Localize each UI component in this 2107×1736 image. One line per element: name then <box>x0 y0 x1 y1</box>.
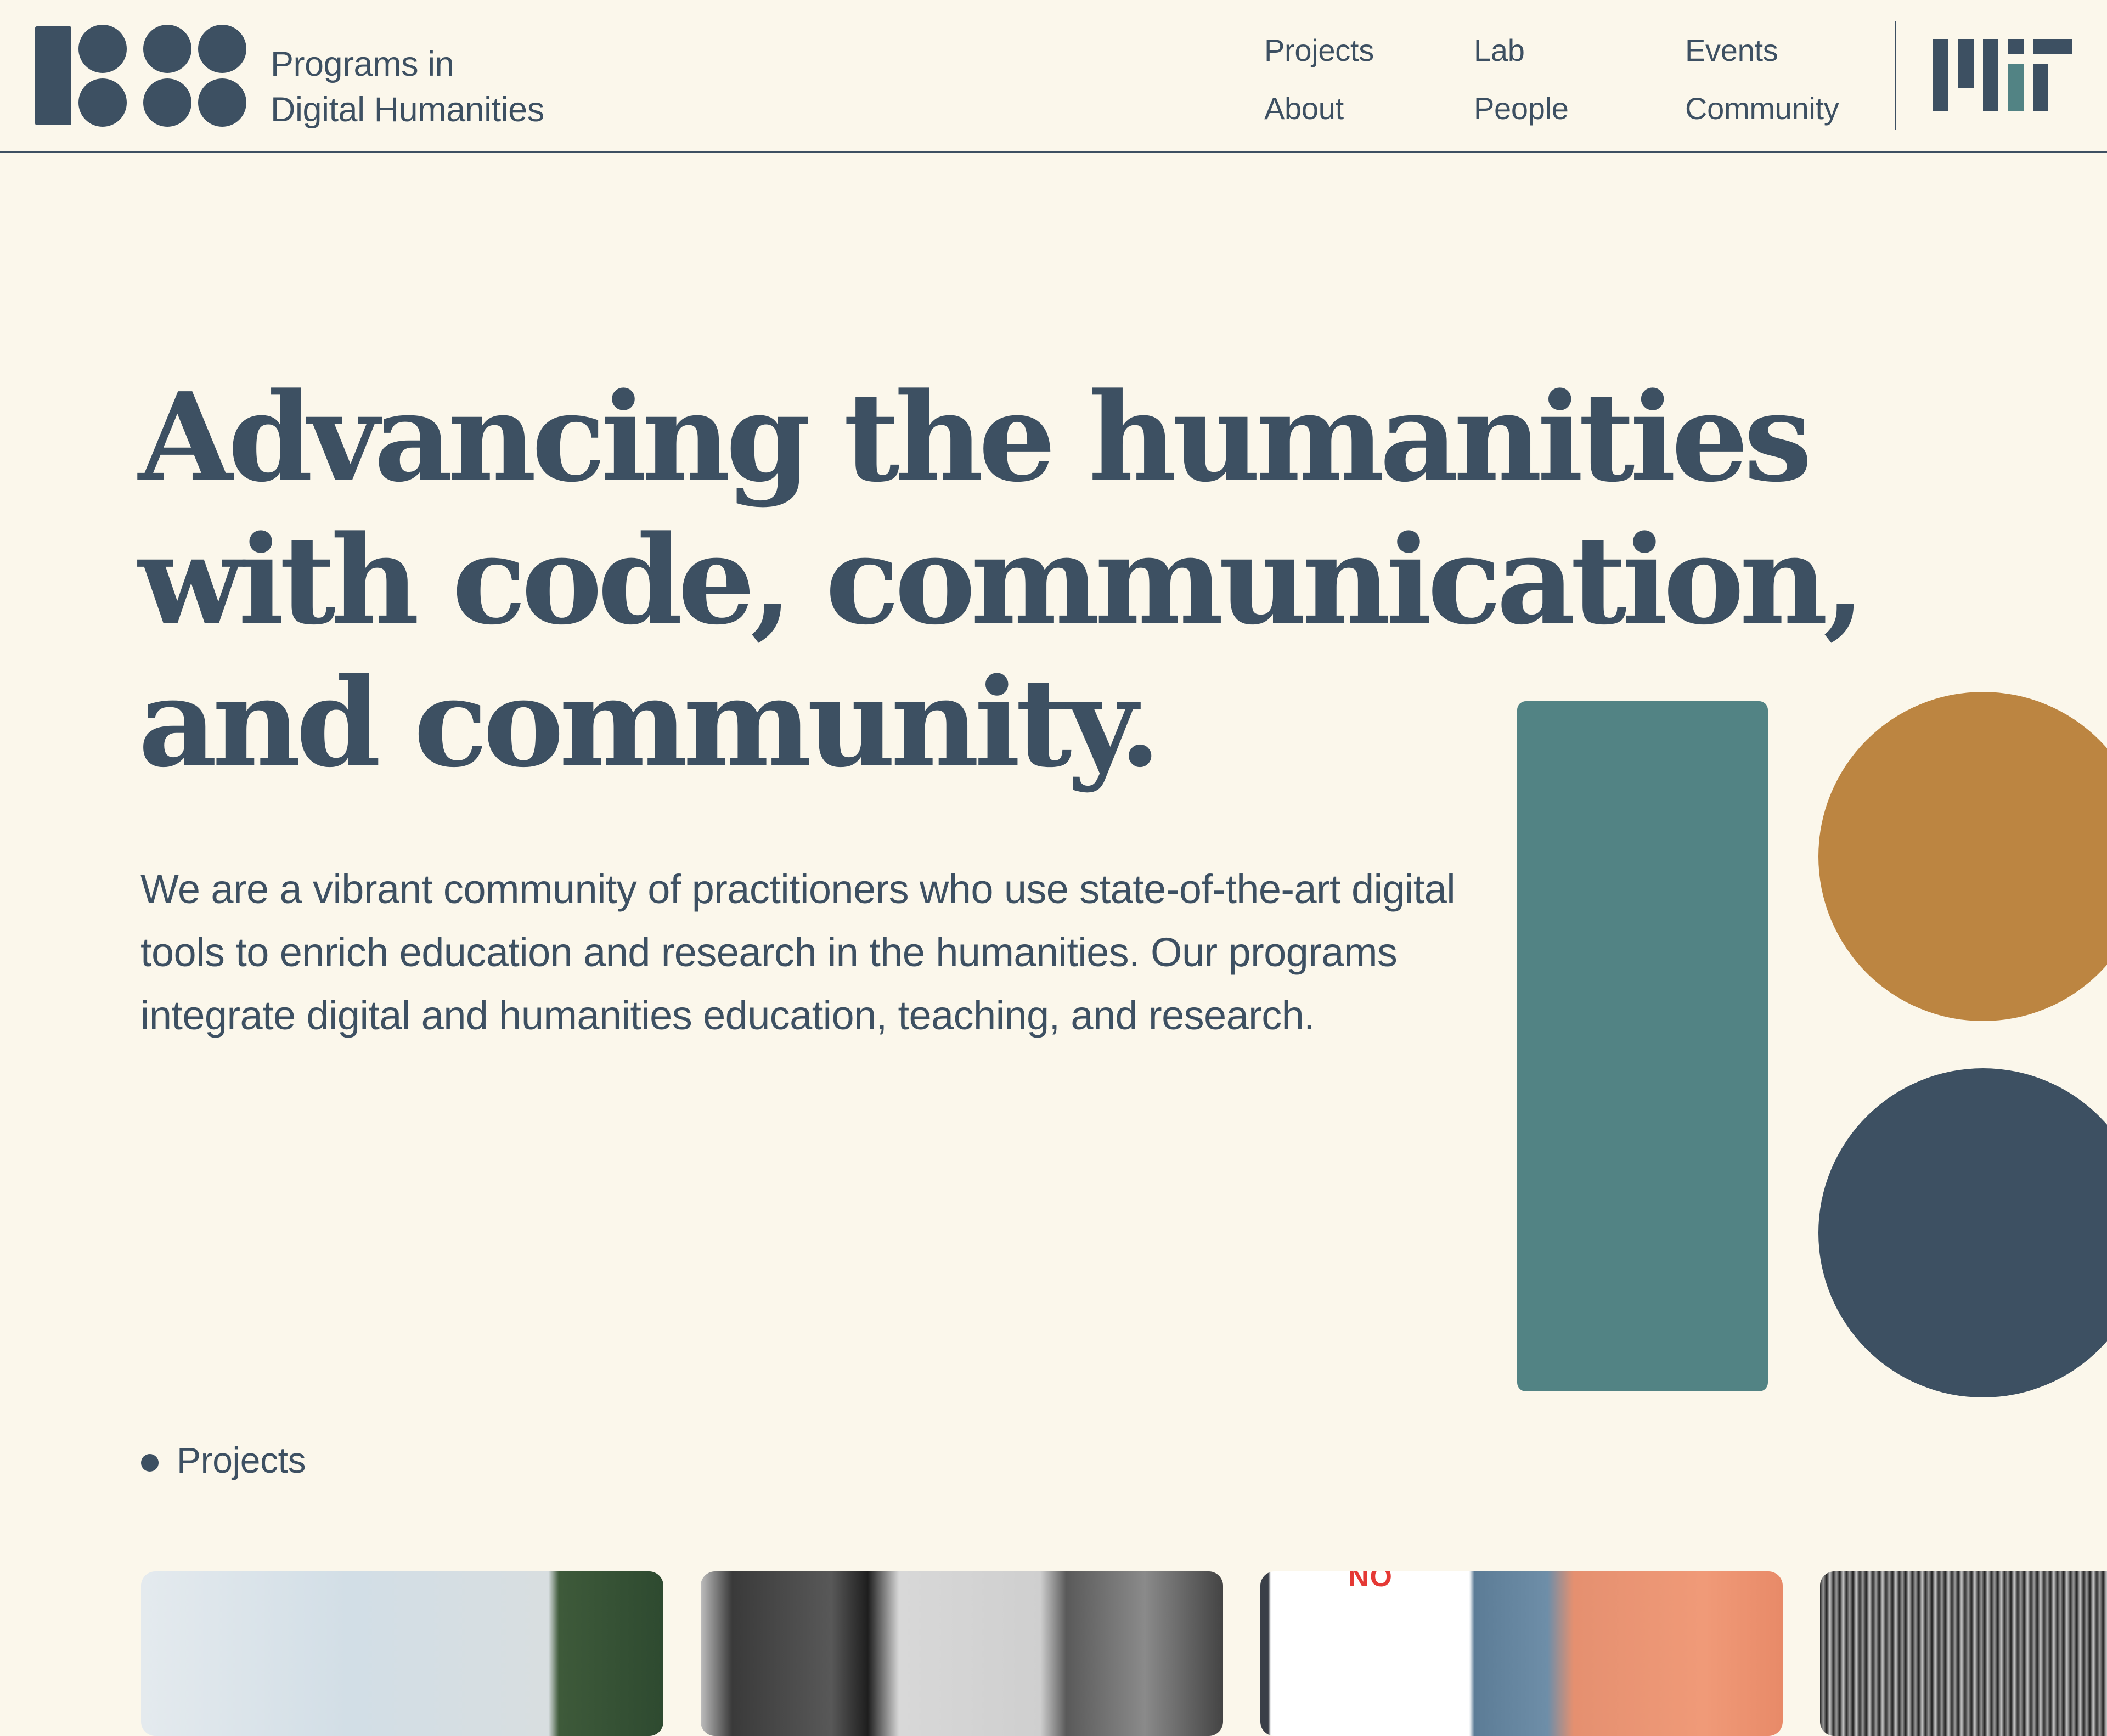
hero-heading-line-3: and community. <box>138 652 1161 794</box>
brand-name-line-2[interactable]: Digital Humanities <box>271 93 544 127</box>
logo-bar-shape <box>35 26 71 125</box>
project-card[interactable] <box>1820 1571 2107 1736</box>
project-card[interactable] <box>701 1571 1223 1736</box>
nav-link-events[interactable]: Events <box>1685 35 1778 66</box>
hero-description-line-2: tools to enrich education and research i… <box>140 929 1398 975</box>
hero-description: We are a vibrant community of practition… <box>140 858 1677 1047</box>
logo-dot-shape <box>143 25 191 73</box>
project-card[interactable] <box>141 1571 663 1736</box>
logo-dot-shape <box>198 25 246 73</box>
hero-description-line-1: We are a vibrant community of practition… <box>140 866 1456 912</box>
hero-heading-line-1: Advancing the humanities <box>138 367 1812 509</box>
site-header: Programs in Digital Humanities Projects … <box>0 0 2107 151</box>
logo-dot-shape <box>78 25 127 73</box>
brand-name-line-1[interactable]: Programs in <box>271 47 454 82</box>
logo-dot-shape <box>143 78 191 127</box>
projects-section-label: Projects <box>177 1440 306 1480</box>
hero-description-line-3: integrate digital and humanities educati… <box>140 993 1315 1038</box>
header-divider-line <box>0 151 2107 153</box>
project-card-image-text: NO <box>1348 1571 1393 1593</box>
logo-dot-shape <box>78 78 127 127</box>
nav-link-people[interactable]: People <box>1474 93 1569 124</box>
nav-link-about[interactable]: About <box>1264 93 1344 124</box>
nav-link-lab[interactable]: Lab <box>1474 35 1525 66</box>
nav-link-community[interactable]: Community <box>1685 93 1839 124</box>
nav-link-projects[interactable]: Projects <box>1264 35 1374 66</box>
hero-heading: Advancing the humanities with code, comm… <box>138 367 1866 794</box>
nav-divider <box>1895 21 1896 130</box>
bullet-dot-icon <box>141 1454 159 1472</box>
logo-dot-shape <box>198 78 246 127</box>
project-card[interactable]: NO <box>1260 1571 1783 1736</box>
decorative-navy-circle <box>1818 1068 2107 1397</box>
decorative-ochre-circle <box>1818 692 2107 1021</box>
hero-heading-line-2: with code, communication, <box>138 509 1866 652</box>
